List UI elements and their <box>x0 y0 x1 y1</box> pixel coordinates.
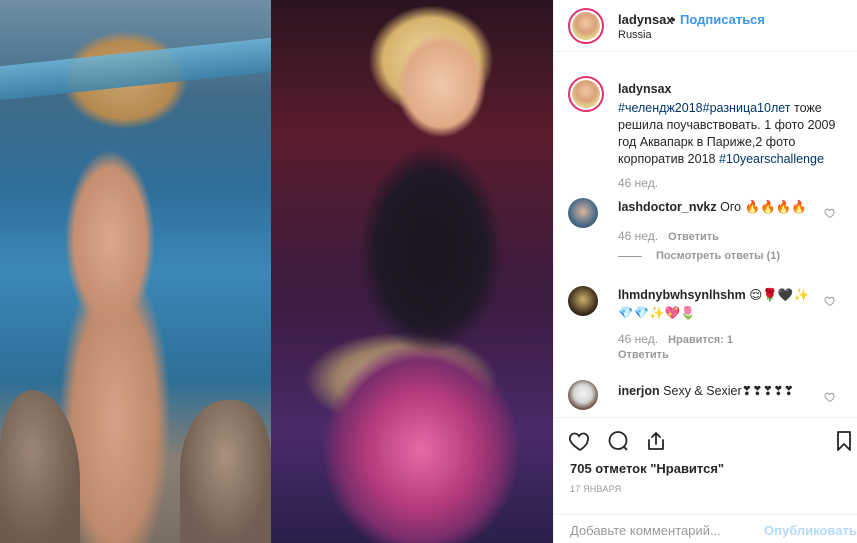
comment-input[interactable] <box>570 523 760 538</box>
caption-avatar[interactable] <box>568 76 604 112</box>
comment-likes[interactable]: Нравится: 1 <box>668 334 733 346</box>
view-replies-label: Посмотреть ответы (1) <box>656 250 781 262</box>
comment-item: lhmdnybwhsynlhshm 😌🌹🖤✨💎💎✨💖🌷 <box>618 286 818 322</box>
comment-item: lashdoctor_nvkz Ого 🔥🔥🔥🔥 <box>618 198 818 216</box>
view-replies-button[interactable]: Посмотреть ответы (1) <box>618 250 780 262</box>
heart-icon[interactable] <box>824 391 836 403</box>
separator-dot: • <box>671 12 676 27</box>
author-avatar[interactable] <box>568 8 604 44</box>
reply-button[interactable]: Ответить <box>618 349 669 361</box>
comment-avatar[interactable] <box>568 286 598 316</box>
comment-meta-reply: Ответить <box>618 347 669 361</box>
heart-icon[interactable] <box>568 429 592 453</box>
comment-meta: 46 нед. Ответить <box>618 229 719 243</box>
caption-username[interactable]: ladynsax <box>618 81 846 98</box>
comment-text: Ого 🔥🔥🔥🔥 <box>720 200 807 214</box>
comment-avatar[interactable] <box>568 198 598 228</box>
comment-username[interactable]: lashdoctor_nvkz <box>618 200 717 214</box>
heart-icon[interactable] <box>824 295 836 307</box>
comment-text: Sexy & Sexier❣❣❣❣❣ <box>663 384 795 398</box>
comment-avatar[interactable] <box>568 380 598 410</box>
rocks-left <box>0 390 80 543</box>
waterslide <box>0 37 271 101</box>
comment-time[interactable]: 46 нед. <box>618 229 658 243</box>
bookmark-icon[interactable] <box>832 429 856 453</box>
post-actions: 705 отметок "Нравится" 17 ЯНВАРЯ Опублик… <box>554 417 857 543</box>
reply-button[interactable]: Ответить <box>668 231 719 243</box>
caption-timestamp[interactable]: 46 нед. <box>618 176 658 190</box>
comment-icon[interactable] <box>606 429 630 453</box>
likes-count[interactable]: 705 отметок "Нравится" <box>570 461 724 476</box>
comment-item: inerjon Sexy & Sexier❣❣❣❣❣ <box>618 382 818 400</box>
caption-hashtag-10yearschallenge[interactable]: #10yearschallenge <box>719 152 824 166</box>
add-comment-bar: Опубликовать <box>554 514 857 543</box>
photo-2009-waterpark <box>0 0 271 543</box>
post-location[interactable]: Russia <box>618 29 652 41</box>
author-username[interactable]: ladynsax <box>618 12 674 27</box>
post-date[interactable]: 17 ЯНВАРЯ <box>570 484 621 494</box>
caption-hashtags[interactable]: #челендж2018#разница10лет <box>618 101 791 115</box>
replies-divider <box>618 255 642 257</box>
post-sidebar: ladynsax • Подписаться Russia ladynsax #ч… <box>553 0 857 543</box>
post-photo[interactable] <box>0 0 553 543</box>
photo-2018-corporate <box>271 0 553 543</box>
share-icon[interactable] <box>644 429 668 453</box>
comment-username[interactable]: inerjon <box>618 384 660 398</box>
post-caption: ladynsax #челендж2018#разница10лет тоже р… <box>618 81 846 168</box>
comment-time[interactable]: 46 нед. <box>618 332 658 346</box>
publish-button[interactable]: Опубликовать <box>764 523 857 538</box>
heart-icon[interactable] <box>824 207 836 219</box>
post-header: ladynsax • Подписаться Russia <box>554 0 857 52</box>
comment-username[interactable]: lhmdnybwhsynlhshm <box>618 288 746 302</box>
rocks-right <box>180 400 271 543</box>
comment-meta: 46 нед. Нравится: 1 <box>618 332 733 346</box>
follow-button[interactable]: Подписаться <box>680 12 765 27</box>
